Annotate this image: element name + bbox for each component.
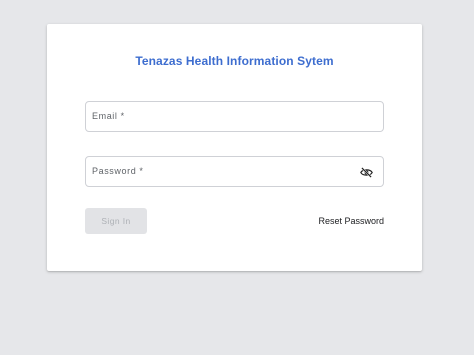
password-input[interactable] (86, 157, 383, 186)
eye-off-icon[interactable] (360, 166, 373, 179)
email-field[interactable]: Email * (85, 101, 384, 132)
sign-in-button[interactable]: Sign In (85, 208, 147, 234)
login-card: Tenazas Health Information Sytem Email *… (47, 24, 422, 271)
email-input[interactable] (86, 102, 383, 131)
page-title: Tenazas Health Information Sytem (135, 54, 334, 68)
password-field[interactable]: Password * (85, 156, 384, 187)
reset-password-link[interactable]: Reset Password (318, 216, 384, 226)
